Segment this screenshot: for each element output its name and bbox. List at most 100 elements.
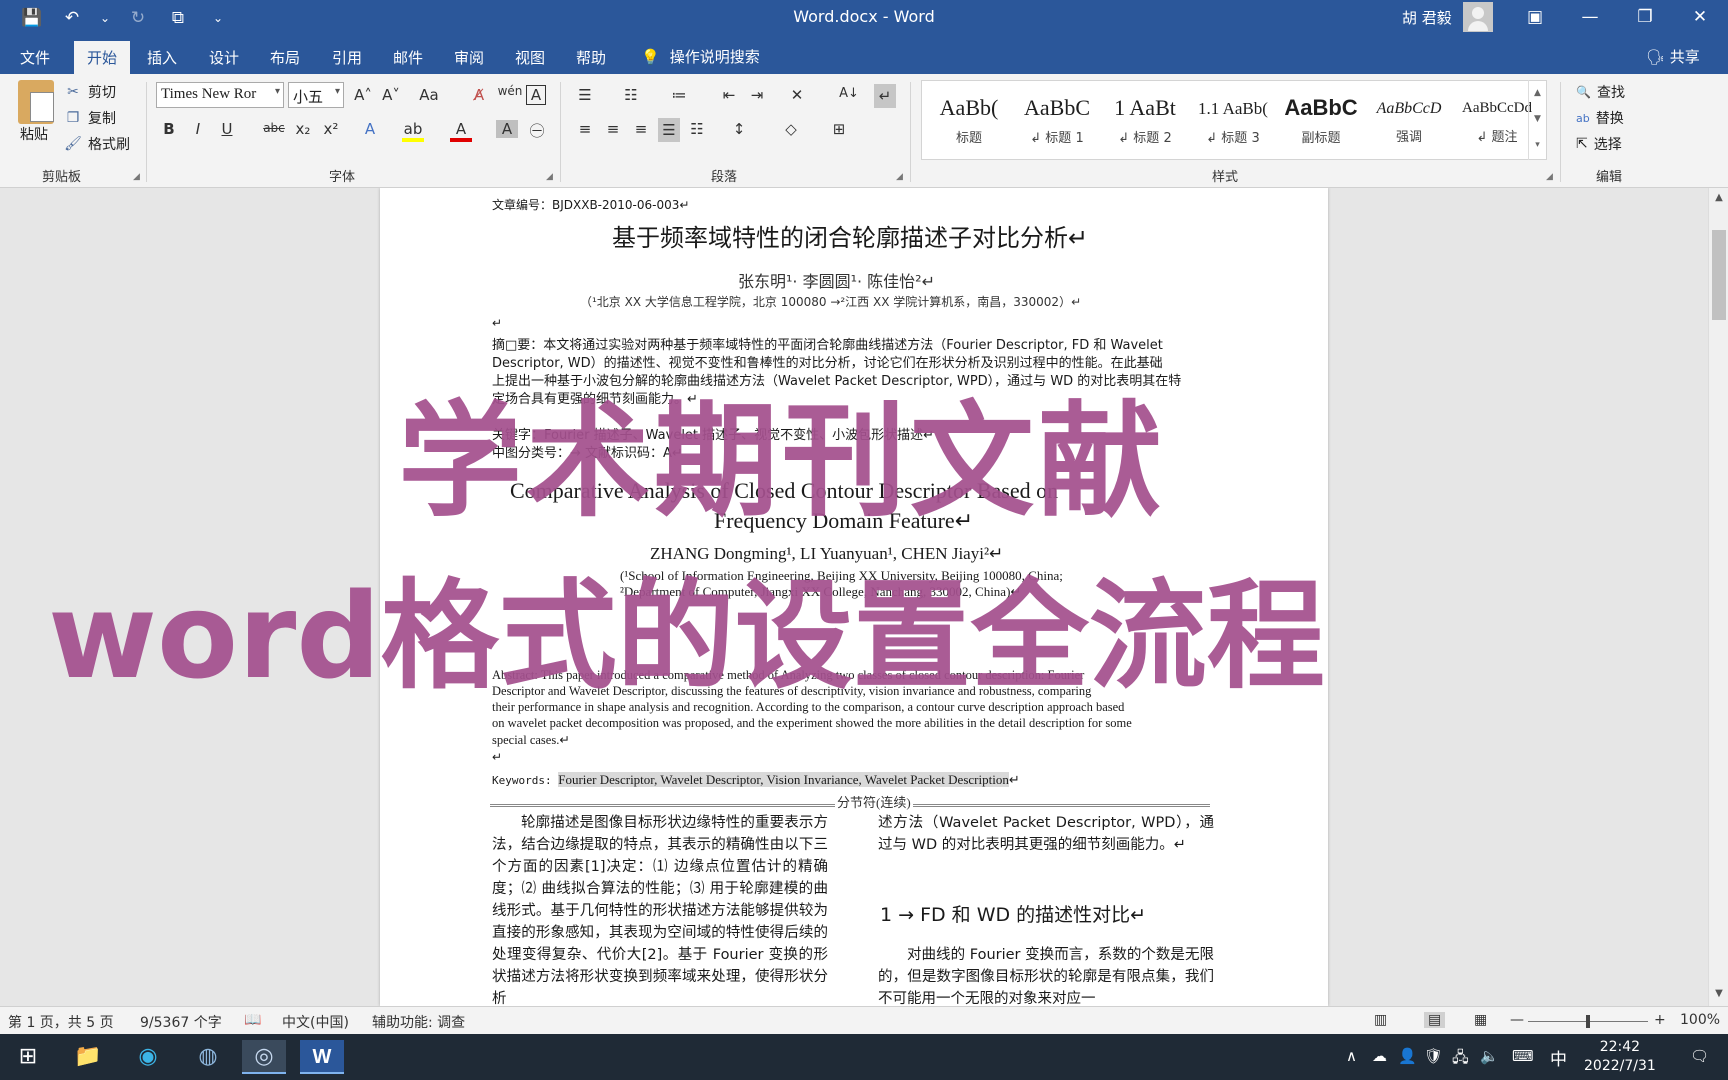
format-painter-button[interactable]: 🖌 格式刷 [64, 134, 130, 154]
enclose-characters-button[interactable]: ㊀ [526, 120, 548, 141]
font-launcher-icon[interactable]: ◢ [546, 172, 553, 182]
highlight-color-button[interactable]: ab [402, 120, 424, 142]
line-spacing-button[interactable]: ↕ [728, 120, 750, 138]
tab-insert[interactable]: 插入 [147, 47, 177, 68]
select-button[interactable]: ⇱ 选择 [1576, 134, 1622, 154]
paragraph-launcher-icon[interactable]: ◢ [896, 172, 903, 182]
scroll-thumb[interactable] [1712, 230, 1726, 320]
paste-button[interactable]: 粘贴 [20, 124, 48, 144]
decrease-indent-button[interactable]: ⇤ [718, 86, 740, 104]
bullets-button[interactable]: ☰ [574, 86, 596, 104]
clear-formatting-button[interactable]: A̸ [468, 86, 490, 104]
system-clock[interactable]: 22:42 2022/7/31 [1584, 1038, 1656, 1076]
minimize-button[interactable]: — [1565, 0, 1615, 34]
increase-indent-button[interactable]: ⇥ [746, 86, 768, 104]
tray-chevron-icon[interactable]: ∧ [1346, 1047, 1357, 1065]
accessibility-checker[interactable]: 辅助功能: 调查 [372, 1012, 465, 1032]
multilevel-list-button[interactable]: ≔ [668, 86, 690, 104]
replace-button[interactable]: ab 替换 [1576, 108, 1624, 128]
change-case-button[interactable]: Aa [414, 86, 444, 104]
zoom-out-button[interactable]: — [1510, 1012, 1524, 1028]
font-color-button[interactable]: A [450, 120, 472, 142]
tab-mailings[interactable]: 邮件 [393, 47, 423, 68]
scroll-down-icon[interactable]: ▼ [1712, 988, 1726, 999]
italic-button[interactable]: I [187, 120, 209, 138]
restore-button[interactable]: ❐ [1620, 0, 1670, 34]
zoom-level[interactable]: 100% [1680, 1012, 1720, 1028]
text-effects-button[interactable]: A [359, 120, 381, 138]
word-taskbar-icon[interactable]: W [300, 1040, 344, 1074]
file-explorer-icon[interactable]: 📁 [66, 1040, 110, 1074]
align-left-button[interactable]: ≡ [574, 120, 596, 138]
copy-button[interactable]: ❐ 复制 [64, 108, 116, 128]
web-layout-icon[interactable]: ▦ [1474, 1012, 1487, 1028]
superscript-button[interactable]: x² [320, 120, 342, 138]
justify-button[interactable]: ☰ [658, 118, 680, 142]
tab-home[interactable]: 开始 [74, 41, 131, 74]
style-heading-3[interactable]: 1.1 AaBb( ↲ 标题 3 [1190, 85, 1276, 155]
share-button[interactable]: 🗣 共享 [1646, 46, 1700, 67]
style-title[interactable]: AaBb( 标题 [926, 85, 1012, 155]
tab-review[interactable]: 审阅 [454, 47, 484, 68]
clipboard-launcher-icon[interactable]: ◢ [133, 172, 140, 182]
tell-me-search[interactable]: 💡 操作说明搜索 [641, 46, 760, 67]
print-layout-icon[interactable]: ▤ [1424, 1012, 1446, 1028]
phonetic-guide-button[interactable]: wén [496, 84, 524, 98]
shrink-font-button[interactable]: A˅ [380, 86, 402, 104]
style-heading-1[interactable]: AaBbC ↲ 标题 1 [1014, 85, 1100, 155]
strikethrough-button[interactable]: abc [260, 121, 288, 135]
chevron-down-icon[interactable]: ▼ [1529, 106, 1546, 132]
borders-button[interactable]: ⊞ [828, 120, 850, 138]
subscript-button[interactable]: x₂ [292, 120, 314, 138]
network-icon[interactable]: 🖧 [1452, 1047, 1469, 1072]
asian-layout-button[interactable]: ✕ [786, 86, 808, 104]
user-name[interactable]: 胡 君毅 [1402, 7, 1452, 28]
ime-indicator[interactable]: 中 [1550, 1045, 1567, 1070]
chevron-up-icon[interactable]: ▲ [1529, 80, 1546, 106]
underline-button[interactable]: U [216, 120, 238, 138]
edge-icon[interactable]: ◉ [126, 1040, 170, 1074]
language-indicator[interactable]: 中文(中国) [282, 1012, 349, 1032]
scroll-up-icon[interactable]: ▲ [1712, 192, 1726, 203]
grow-font-button[interactable]: A˄ [352, 86, 374, 104]
zoom-in-button[interactable]: + [1654, 1012, 1666, 1028]
tab-view[interactable]: 视图 [515, 47, 545, 68]
tab-references[interactable]: 引用 [332, 47, 362, 68]
read-mode-icon[interactable]: ▥ [1374, 1012, 1387, 1028]
find-button[interactable]: 🔍 查找 [1576, 82, 1625, 102]
font-name-combobox[interactable]: Times New Ror ▾ [156, 82, 284, 108]
cloud-icon[interactable]: ☁ [1372, 1047, 1387, 1065]
paste-icon[interactable] [18, 80, 54, 124]
tab-file[interactable]: 文件 [20, 47, 50, 68]
center-button[interactable]: ≡ [602, 120, 624, 138]
tab-design[interactable]: 设计 [209, 47, 239, 68]
distributed-button[interactable]: ☷ [686, 120, 708, 138]
user-tray-icon[interactable]: 👤 [1398, 1047, 1417, 1065]
sort-button[interactable]: A↓ [838, 86, 860, 101]
more-styles-icon[interactable]: ▾ [1529, 132, 1546, 158]
word-count[interactable]: 9/5367 个字 [140, 1012, 222, 1032]
avatar[interactable] [1463, 2, 1493, 32]
volume-icon[interactable]: 🔈 [1480, 1047, 1499, 1065]
font-size-combobox[interactable]: 小五 ▾ [288, 82, 344, 108]
tab-layout[interactable]: 布局 [270, 47, 300, 68]
shield-icon[interactable]: 🛡 [1424, 1047, 1443, 1065]
bold-button[interactable]: B [158, 120, 180, 138]
styles-launcher-icon[interactable]: ◢ [1546, 172, 1553, 182]
keyboard-icon[interactable]: ⌨ [1512, 1047, 1534, 1065]
zoom-slider-thumb[interactable] [1586, 1015, 1590, 1028]
proofing-icon[interactable]: 📖 [244, 1012, 261, 1028]
paragraph-shading-button[interactable]: ◇ [780, 120, 802, 138]
notification-icon[interactable]: 🗨 [1690, 1047, 1709, 1065]
show-marks-button[interactable]: ↵ [874, 84, 896, 108]
ribbon-display-button[interactable]: ▣ [1510, 0, 1560, 34]
style-subtitle[interactable]: AaBbC 副标题 [1278, 85, 1364, 155]
style-emphasis[interactable]: AaBbCcD 强调 [1366, 85, 1452, 155]
numbering-button[interactable]: ☷ [620, 86, 642, 104]
cut-button[interactable]: ✂ 剪切 [64, 82, 116, 102]
app-icon[interactable]: ◍ [186, 1040, 230, 1074]
page-count[interactable]: 第 1 页，共 5 页 [8, 1012, 114, 1032]
app-icon[interactable]: ◎ [242, 1040, 286, 1074]
windows-start-icon[interactable]: ⊞ [6, 1040, 50, 1074]
align-right-button[interactable]: ≡ [630, 120, 652, 138]
